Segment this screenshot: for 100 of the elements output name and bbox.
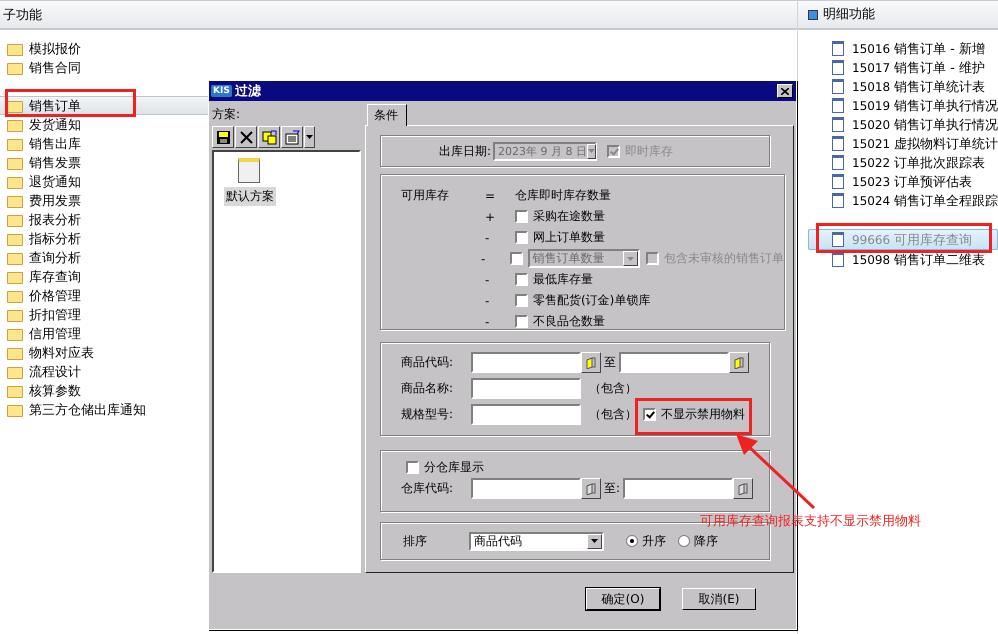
checkbox[interactable]: [515, 315, 528, 328]
option-label: 升序: [642, 532, 666, 550]
operator: -: [485, 314, 490, 328]
range-label: 至: [604, 354, 616, 371]
tree-item[interactable]: 销售发票: [0, 153, 200, 172]
checkbox[interactable]: [406, 460, 419, 474]
checkbox[interactable]: [515, 210, 528, 223]
lookup-button[interactable]: [733, 478, 754, 499]
dialog-button[interactable]: 确定(O): [586, 588, 660, 610]
function-item[interactable]: 15018 销售订单统计表: [798, 77, 998, 96]
tree-item[interactable]: 模拟报价: [0, 39, 200, 58]
panel-header: 子功能: [0, 0, 797, 30]
function-item[interactable]: 15020 销售订单执行情况: [798, 115, 998, 134]
tree-item[interactable]: 指标分析: [0, 229, 200, 248]
checkbox[interactable]: [515, 231, 528, 244]
checkbox[interactable]: [515, 294, 528, 307]
document-icon: [832, 41, 844, 56]
option-label: 不良品仓数量: [533, 313, 605, 330]
range-label: 至:: [604, 480, 620, 497]
toolbar-button[interactable]: [281, 126, 303, 148]
tree-item[interactable]: 信用管理: [0, 324, 200, 343]
tree-item[interactable]: 流程设计: [0, 362, 200, 381]
folder-icon: [7, 404, 23, 416]
dropdown-button[interactable]: [304, 126, 315, 148]
function-item[interactable]: 15098 销售订单二维表: [798, 250, 998, 269]
tree-item[interactable]: 核算参数: [0, 381, 200, 400]
tree-item[interactable]: 价格管理: [0, 286, 200, 305]
document-icon: [832, 174, 844, 189]
document-icon: [832, 117, 844, 132]
document-icon: [738, 482, 748, 494]
checkbox[interactable]: [515, 273, 528, 286]
operator: -: [485, 294, 490, 308]
delete-icon: [238, 130, 254, 144]
operator: =: [485, 188, 496, 202]
tree-item[interactable]: 库存查询: [0, 267, 200, 286]
option-label: 零售配货(订金)单锁库: [533, 292, 650, 309]
document-icon: [734, 356, 744, 368]
tree-item[interactable]: 费用发票: [0, 191, 200, 210]
field-label: 商品名称:: [401, 380, 454, 397]
field-label: 出库日期:: [438, 142, 491, 160]
formula-term: 仓库即时库存数量: [515, 187, 611, 204]
close-button[interactable]: [777, 84, 793, 98]
toolbar-button[interactable]: [235, 126, 257, 148]
tree-item[interactable]: 折扣管理: [0, 305, 200, 324]
properties-icon: [284, 130, 300, 144]
tree-item[interactable]: 物料对应表: [0, 343, 200, 362]
radio-button[interactable]: [678, 535, 690, 547]
input-field[interactable]: [471, 378, 581, 399]
lookup-button[interactable]: [581, 478, 601, 499]
tree-item[interactable]: 销售出库: [0, 134, 200, 153]
caret-icon: [588, 149, 595, 153]
field-label: 仓库代码:: [401, 480, 454, 497]
caret-icon: [591, 539, 598, 543]
radio-button[interactable]: [626, 535, 638, 547]
lookup-button[interactable]: [581, 352, 601, 373]
option-label: 最低库存量: [533, 271, 593, 288]
tree-item[interactable]: 销售订单: [0, 96, 208, 115]
folder-icon: [7, 348, 23, 360]
function-item[interactable]: 15016 销售订单 - 新增: [798, 39, 998, 58]
folder-icon: [7, 310, 23, 322]
scheme-item[interactable]: 默认方案: [224, 187, 276, 206]
tree-item[interactable]: 销售合同: [0, 58, 200, 77]
document-icon: [832, 252, 844, 267]
option-label: 网上订单数量: [533, 229, 605, 246]
dialog-button[interactable]: 取消(E): [682, 588, 756, 610]
document-icon: [832, 155, 844, 170]
operator: -: [485, 230, 490, 244]
input-field[interactable]: [623, 478, 734, 499]
function-item[interactable]: 15021 虚拟物料订单统计: [798, 134, 998, 153]
input-field[interactable]: [471, 404, 581, 425]
checkbox[interactable]: [643, 408, 656, 421]
toolbar-button[interactable]: [212, 126, 234, 148]
input-field[interactable]: [619, 352, 729, 373]
dropdown[interactable]: 商品代码: [469, 532, 604, 550]
function-item[interactable]: 15017 销售订单 - 维护: [798, 58, 998, 77]
field-label: 规格型号:: [401, 406, 454, 423]
document-icon: [832, 79, 844, 94]
function-item[interactable]: 15024 销售订单全程跟踪: [798, 191, 998, 210]
tree-item[interactable]: 第三方仓储出库通知: [0, 400, 200, 419]
checkbox[interactable]: [646, 252, 659, 265]
folder-icon: [7, 196, 23, 208]
field-label: 排序: [403, 532, 428, 550]
function-item[interactable]: 15019 销售订单执行情况: [798, 96, 998, 115]
input-field[interactable]: [471, 352, 581, 373]
folder-icon: [7, 100, 23, 112]
folder-icon: [7, 366, 23, 378]
function-item[interactable]: 15023 订单预评估表: [798, 172, 998, 191]
tree-item[interactable]: 退货通知: [0, 172, 200, 191]
toolbar-button[interactable]: [258, 126, 280, 148]
input-field[interactable]: [471, 478, 581, 499]
function-item[interactable]: 15022 订单批次跟踪表: [798, 153, 998, 172]
option-label: 包含未审核的销售订单: [664, 250, 784, 267]
tab[interactable]: 条件: [367, 104, 407, 126]
caret-icon: [306, 135, 313, 139]
tree-item[interactable]: 发货通知: [0, 115, 200, 134]
operator: -: [480, 252, 486, 266]
tree-item[interactable]: 查询分析: [0, 248, 200, 267]
tree-item[interactable]: 报表分析: [0, 210, 200, 229]
lookup-button[interactable]: [729, 352, 749, 373]
checkbox[interactable]: [510, 252, 522, 265]
